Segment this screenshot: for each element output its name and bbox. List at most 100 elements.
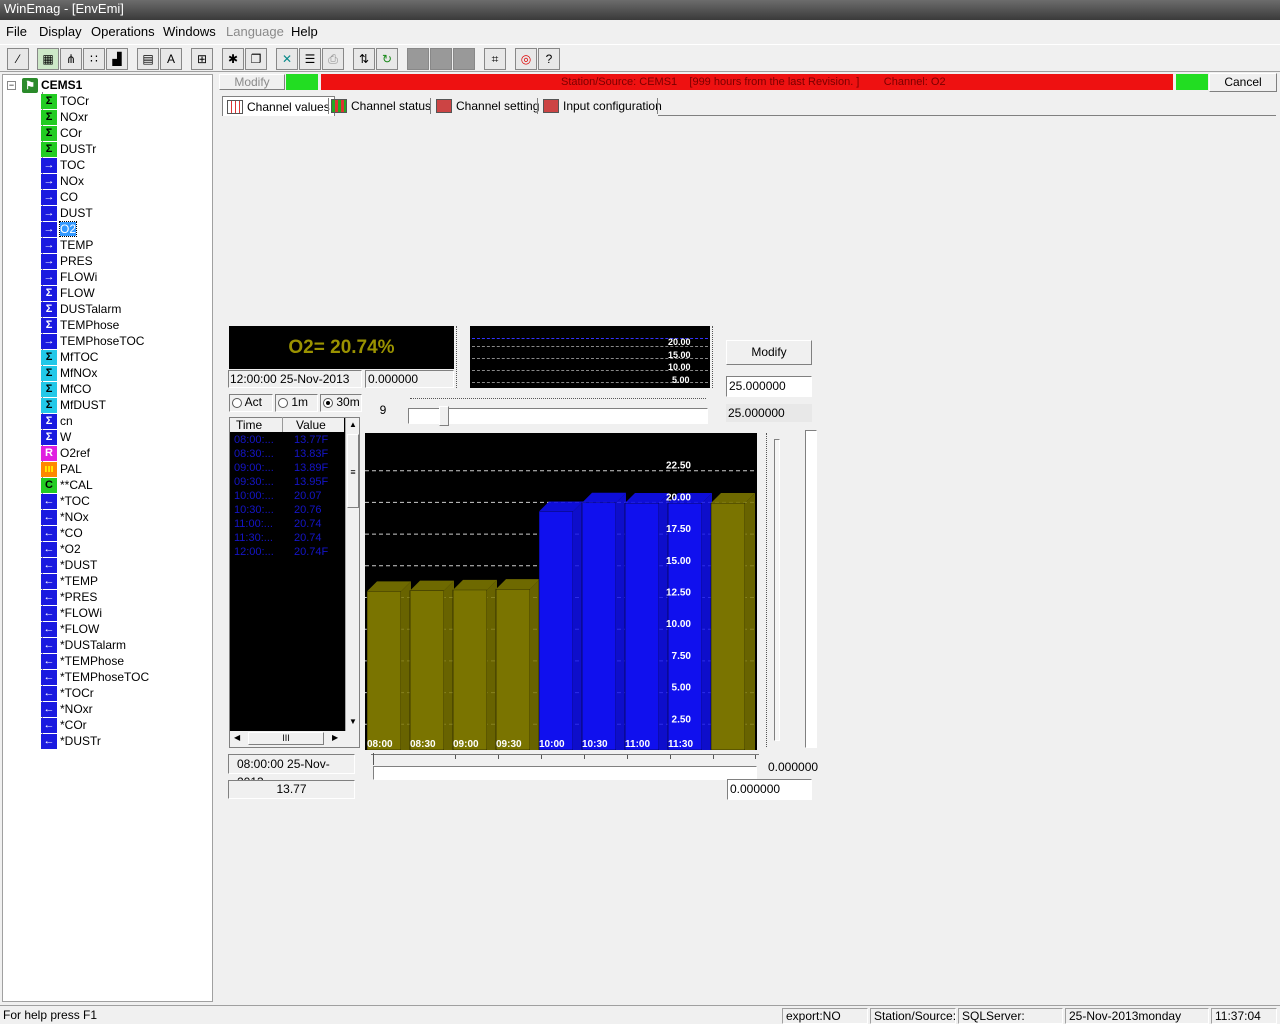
list-time[interactable]: 09:00:... — [234, 462, 274, 474]
list-value[interactable]: 20.07 — [294, 490, 322, 502]
tree-item[interactable]: ← *PRES — [41, 589, 97, 605]
wand-icon[interactable]: ⁄ — [7, 48, 29, 70]
tree-item[interactable]: Σ FLOW — [41, 285, 95, 301]
tree-item[interactable]: Σ MfTOC — [41, 349, 98, 365]
collapse-icon[interactable]: − — [7, 80, 16, 90]
list-value[interactable]: 13.95F — [294, 476, 328, 488]
refresh-icon[interactable]: ↻ — [376, 48, 398, 70]
range-max-input[interactable]: 25.000000 — [726, 376, 812, 397]
chart-icon[interactable]: ⌗ — [484, 48, 506, 70]
tree-item[interactable]: Σ MfNOx — [41, 365, 97, 381]
tree-item[interactable]: ← *TOCr — [41, 685, 94, 701]
bars-icon[interactable]: ▟ — [106, 48, 128, 70]
radio-1m[interactable]: 1m — [275, 394, 318, 412]
tree-item[interactable]: → DUST — [41, 205, 93, 221]
tree-root[interactable]: − ⚑ CEMS1 — [7, 77, 82, 93]
tree-item[interactable]: ← *FLOW — [41, 621, 99, 637]
tree-item[interactable]: ΣW — [41, 429, 71, 445]
value-slider[interactable] — [766, 433, 792, 747]
list-time[interactable]: 08:30:... — [234, 448, 274, 460]
value-slider-track[interactable] — [774, 439, 780, 741]
bug-icon[interactable]: ✱ — [222, 48, 244, 70]
scroll-down-icon[interactable]: ▼ — [349, 717, 357, 726]
tree-item[interactable]: Σ NOxr — [41, 109, 88, 125]
list-time[interactable]: 11:00:... — [234, 518, 273, 530]
slider-thumb[interactable] — [439, 406, 449, 426]
tab-input-configuration[interactable]: Input configuration — [543, 96, 662, 116]
list-time[interactable]: 08:00:... — [234, 434, 274, 446]
radio-act[interactable]: Act — [229, 394, 273, 412]
close-icon[interactable]: ✕ — [276, 48, 298, 70]
menu-help[interactable]: Help — [291, 24, 318, 39]
tree-item[interactable]: Σ TEMPhose — [41, 317, 119, 333]
mini-right-slider[interactable] — [712, 326, 717, 388]
header-time[interactable]: Time — [236, 418, 262, 432]
tree-item[interactable]: ← *TEMPhoseTOC — [41, 669, 149, 685]
stop-icon[interactable]: ◎ — [515, 48, 537, 70]
list-time[interactable]: 12:00:... — [234, 546, 274, 558]
list-value[interactable]: 20.74F — [294, 546, 328, 558]
scroll-up-icon[interactable]: ▲ — [349, 420, 357, 429]
list-icon[interactable]: ☰ — [299, 48, 321, 70]
tree-item[interactable]: Σ MfCO — [41, 381, 91, 397]
tree-item[interactable]: ← *NOx — [41, 509, 89, 525]
scale-slider[interactable] — [805, 430, 817, 748]
tree-item[interactable]: ← *DUST — [41, 557, 97, 573]
list-value[interactable]: 20.74 — [294, 518, 322, 530]
tree-item[interactable]: → TEMPhoseTOC — [41, 333, 144, 349]
tree-item[interactable]: ← *TEMP — [41, 573, 98, 589]
tree-item[interactable]: → TOC — [41, 157, 85, 173]
tree-green-icon[interactable]: ▦ — [37, 48, 59, 70]
tree-item[interactable]: Σ DUSTr — [41, 141, 96, 157]
grey-box-icon[interactable] — [430, 48, 452, 70]
hscroll-thumb[interactable]: III — [248, 732, 324, 745]
tree-item[interactable]: → CO — [41, 189, 78, 205]
pages-icon[interactable]: ❐ — [245, 48, 267, 70]
tree-item[interactable]: → PRES — [41, 253, 93, 269]
tab-channel-status[interactable]: Channel status — [331, 96, 431, 116]
text-icon[interactable]: A — [160, 48, 182, 70]
tree-item[interactable]: ← *TOC — [41, 493, 90, 509]
mini-slider[interactable] — [456, 326, 468, 388]
grey-box-icon[interactable] — [453, 48, 475, 70]
tree-item[interactable]: ← *NOxr — [41, 701, 93, 717]
scroll-left-icon[interactable]: ◀ — [234, 733, 240, 742]
tree-item[interactable]: Σ MfDUST — [41, 397, 106, 413]
tree-item[interactable]: ← *CO — [41, 525, 83, 541]
tab-channel-values[interactable]: Channel values — [222, 96, 335, 116]
list-value[interactable]: 13.89F — [294, 462, 328, 474]
cancel-button[interactable]: Cancel — [1209, 73, 1277, 92]
tree-item[interactable]: → NOx — [41, 173, 84, 189]
menu-operations[interactable]: Operations — [91, 24, 155, 39]
tree-item[interactable]: ← *DUSTr — [41, 733, 101, 749]
tree-item[interactable]: ← *COr — [41, 717, 87, 733]
tree-item[interactable]: ııı PAL — [41, 461, 82, 477]
header-value[interactable]: Value — [296, 418, 326, 432]
tree-item[interactable]: ← *FLOWi — [41, 605, 102, 621]
scroll-right-icon[interactable]: ▶ — [332, 733, 338, 742]
help-icon[interactable]: ? — [538, 48, 560, 70]
list-hscroll[interactable]: ◀ III ▶ — [230, 731, 359, 747]
list-time[interactable]: 10:00:... — [234, 490, 274, 502]
list-time[interactable]: 10:30:... — [234, 504, 274, 516]
list-vscroll[interactable]: ▲ ≡ ▼ — [345, 418, 359, 731]
list-value[interactable]: 20.76 — [294, 504, 322, 516]
modify-button[interactable]: Modify — [726, 340, 812, 365]
tree-item[interactable]: → TEMP — [41, 237, 93, 253]
menu-display[interactable]: Display — [39, 24, 82, 39]
document-icon[interactable]: ▤ — [137, 48, 159, 70]
radio-30m[interactable]: 30m — [320, 394, 362, 412]
tree-item[interactable]: Σcn — [41, 413, 73, 429]
tree-item[interactable]: R O2ref — [41, 445, 90, 461]
tree-item[interactable]: → O2 — [41, 221, 78, 237]
tree-item[interactable]: ← *O2 — [41, 541, 81, 557]
tree-item[interactable]: ← *DUSTalarm — [41, 637, 126, 653]
tree-item[interactable]: Σ TOCr — [41, 93, 89, 109]
bottom-scroll[interactable] — [373, 766, 757, 780]
range-min-input[interactable]: 0.000000 — [727, 779, 812, 800]
list-value[interactable]: 13.83F — [294, 448, 328, 460]
tree-icon[interactable]: ⋔ — [60, 48, 82, 70]
tree-item[interactable]: C **CAL — [41, 477, 93, 493]
time-slider[interactable] — [408, 406, 708, 426]
tree-item[interactable]: Σ DUSTalarm — [41, 301, 121, 317]
